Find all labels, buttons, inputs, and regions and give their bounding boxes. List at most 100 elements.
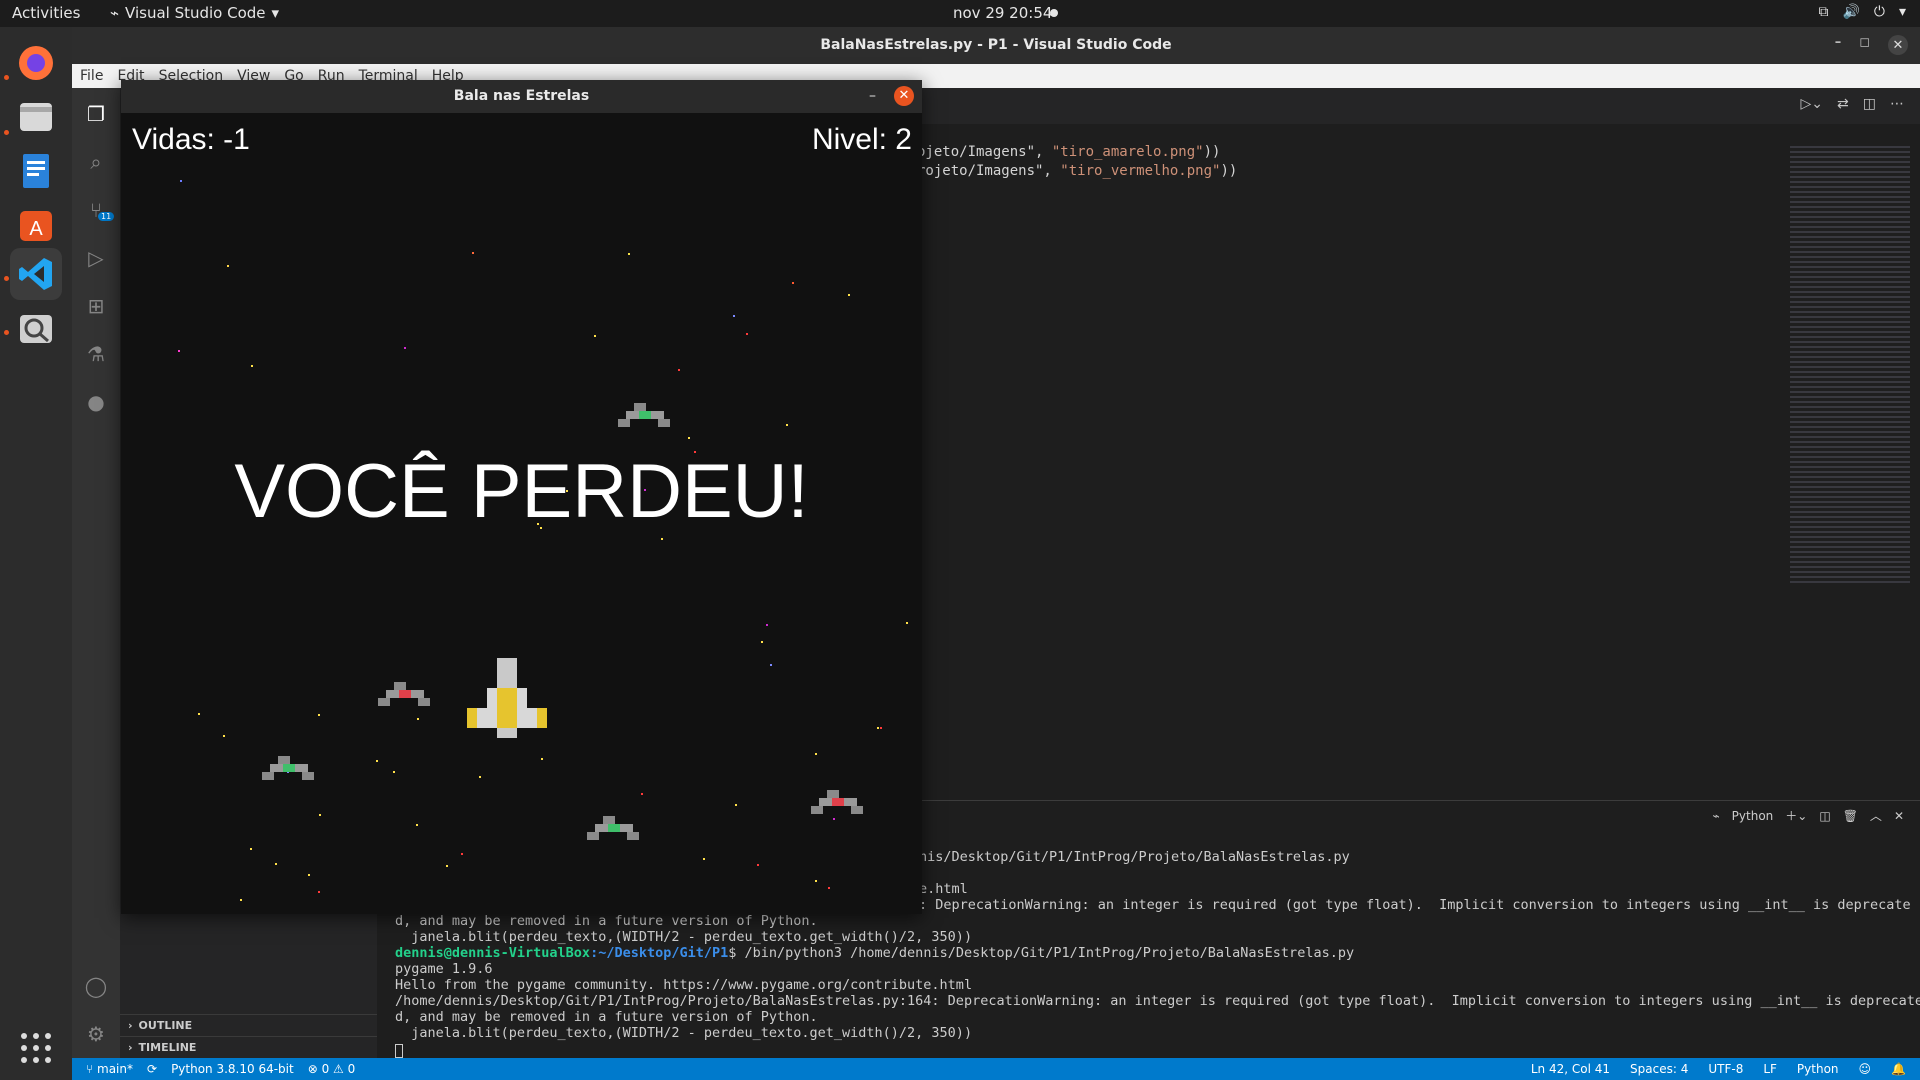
- problems-status[interactable]: ⊗ 0 ⚠ 0: [308, 1062, 356, 1076]
- level-counter: Nivel: 2: [811, 123, 912, 156]
- star: [770, 664, 772, 666]
- star: [178, 350, 180, 352]
- star: [815, 753, 817, 755]
- star: [540, 527, 542, 529]
- code-line[interactable]: rojeto/Imagens", "tiro_vermelho.png")): [917, 163, 1237, 179]
- terminal-line: d, and may be removed in a future versio…: [395, 913, 818, 929]
- chevron-down-icon: ▾: [271, 4, 280, 22]
- running-indicator: [4, 330, 9, 335]
- star: [416, 824, 418, 826]
- image-viewer-icon[interactable]: [10, 303, 62, 355]
- star: [906, 622, 908, 624]
- eol[interactable]: LF: [1763, 1062, 1777, 1076]
- menu-file[interactable]: File: [80, 68, 103, 84]
- run-debug-icon[interactable]: ▷: [84, 246, 108, 270]
- files-icon[interactable]: [10, 91, 62, 143]
- bell-icon[interactable]: 🔔: [1891, 1062, 1906, 1076]
- network-icon[interactable]: ⧉: [1818, 4, 1828, 20]
- star: [404, 347, 406, 349]
- more-actions-icon[interactable]: ⋯: [1890, 96, 1904, 112]
- top-bar: Activities ⌁ Visual Studio Code ▾ nov 29…: [0, 0, 1920, 27]
- outline-section[interactable]: › OUTLINE: [120, 1014, 377, 1036]
- close-icon[interactable]: ✕: [894, 86, 914, 106]
- firefox-icon[interactable]: [10, 37, 62, 89]
- testing-icon[interactable]: ⚗: [84, 342, 108, 366]
- terminal-cursor[interactable]: [395, 1043, 403, 1059]
- explorer-icon[interactable]: ❐: [84, 102, 108, 126]
- software-icon[interactable]: A: [10, 199, 62, 251]
- sync-icon[interactable]: ⟳: [147, 1062, 157, 1076]
- minimize-icon[interactable]: –: [869, 88, 876, 104]
- system-tray[interactable]: ⧉ 🔊 ⏻ ▾: [1818, 4, 1906, 20]
- app-grid-icon[interactable]: [10, 1022, 62, 1074]
- maximize-panel-icon[interactable]: ︿: [1870, 807, 1882, 824]
- encoding[interactable]: UTF-8: [1708, 1062, 1743, 1076]
- clock[interactable]: nov 29 20:54: [953, 4, 1052, 22]
- power-icon[interactable]: ⏻: [1874, 4, 1885, 20]
- extensions-icon[interactable]: ⊞: [84, 294, 108, 318]
- star: [376, 760, 378, 762]
- split-editor-icon[interactable]: ◫: [1863, 96, 1876, 112]
- trash-icon[interactable]: 🗑: [1843, 809, 1858, 823]
- app-menu[interactable]: ⌁ Visual Studio Code ▾: [110, 4, 279, 22]
- game-window[interactable]: Bala nas Estrelas – ✕ Vidas: -1 Nivel: 2…: [121, 80, 922, 914]
- minimize-icon[interactable]: –: [1835, 35, 1842, 55]
- new-terminal-icon[interactable]: ＋⌄: [1785, 807, 1807, 824]
- terminal-line: pygame 1.9.6: [395, 961, 493, 977]
- activities-button[interactable]: Activities: [12, 4, 80, 22]
- shell-label[interactable]: Python: [1732, 809, 1774, 823]
- star: [319, 814, 321, 816]
- star: [479, 776, 481, 778]
- maximize-icon[interactable]: ◻: [1859, 35, 1870, 55]
- github-icon[interactable]: ●: [84, 390, 108, 414]
- star: [566, 490, 568, 492]
- language-mode[interactable]: Python: [1797, 1062, 1839, 1076]
- minimap[interactable]: [1790, 146, 1910, 586]
- star: [703, 858, 705, 860]
- enemy-ship: [811, 790, 863, 814]
- close-icon[interactable]: ✕: [1888, 35, 1908, 55]
- running-indicator: [4, 75, 9, 80]
- interpreter-status[interactable]: Python 3.8.10 64-bit: [171, 1062, 294, 1076]
- cursor-position[interactable]: Ln 42, Col 41: [1531, 1062, 1610, 1076]
- star: [644, 489, 646, 491]
- star: [694, 451, 696, 453]
- compare-icon[interactable]: ⇄: [1837, 96, 1849, 112]
- player-ship: [467, 658, 547, 738]
- indentation[interactable]: Spaces: 4: [1630, 1062, 1688, 1076]
- star: [240, 899, 242, 901]
- branch-status[interactable]: ⑂ main*: [86, 1062, 133, 1076]
- star: [733, 315, 735, 317]
- star: [250, 848, 252, 850]
- star: [641, 793, 643, 795]
- star: [761, 641, 763, 643]
- writer-icon[interactable]: [10, 145, 62, 197]
- game-window-title[interactable]: Bala nas Estrelas: [121, 80, 922, 113]
- window-titlebar[interactable]: BalaNasEstrelas.py - P1 - Visual Studio …: [72, 27, 1920, 64]
- gear-icon[interactable]: ⚙: [84, 1022, 108, 1046]
- feedback-icon[interactable]: ☺: [1859, 1062, 1872, 1076]
- star: [318, 891, 320, 893]
- star: [180, 180, 182, 182]
- timeline-label: TIMELINE: [138, 1041, 197, 1054]
- star: [198, 713, 200, 715]
- terminal-line: : DeprecationWarning: an integer is requ…: [919, 897, 1911, 913]
- search-icon[interactable]: ⌕: [84, 150, 108, 174]
- enemy-ship: [618, 403, 670, 427]
- chevron-down-icon[interactable]: ▾: [1899, 4, 1906, 20]
- run-icon[interactable]: ▷⌄: [1801, 96, 1824, 112]
- game-canvas[interactable]: Vidas: -1 Nivel: 2 VOCÊ PERDEU!: [121, 113, 922, 914]
- close-panel-icon[interactable]: ✕: [1894, 809, 1904, 823]
- vscode-icon[interactable]: [10, 248, 62, 300]
- star: [594, 335, 596, 337]
- enemy-ship: [262, 756, 314, 780]
- star: [880, 727, 882, 729]
- lives-counter: Vidas: -1: [132, 123, 250, 156]
- star: [223, 735, 225, 737]
- star: [661, 538, 663, 540]
- volume-icon[interactable]: 🔊: [1842, 4, 1859, 20]
- account-icon[interactable]: ◯: [84, 974, 108, 998]
- timeline-section[interactable]: › TIMELINE: [120, 1036, 377, 1058]
- split-terminal-icon[interactable]: ◫: [1819, 809, 1830, 823]
- code-line[interactable]: ojeto/Imagens", "tiro_amarelo.png")): [917, 144, 1220, 160]
